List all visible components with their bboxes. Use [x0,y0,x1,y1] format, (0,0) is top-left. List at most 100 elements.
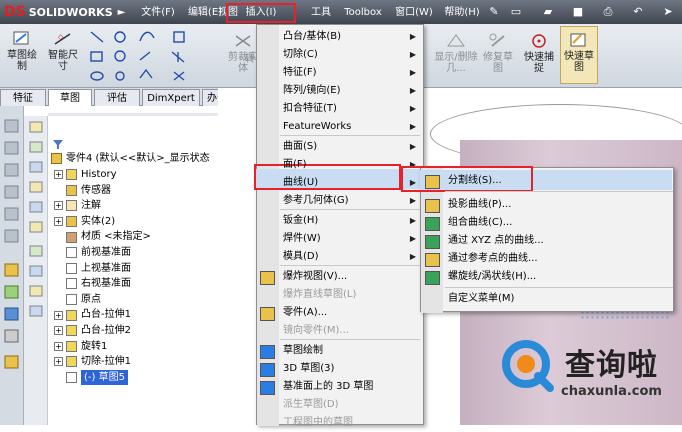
tree-items: + History 传感器 + 注解 + 实体(2) 材质 <未指定> 前视基准面 上视基准面 右视… [54,167,216,386]
chaxunla-logo-icon [500,338,556,394]
tree-item[interactable]: + 凸台-拉伸1 [54,307,216,323]
insert-menu-item[interactable]: 面(F) ▶ [256,156,424,174]
rapid-sketch-label: 快速草图 [564,51,594,73]
print-icon[interactable]: ⎙ [600,4,616,20]
pin-icon[interactable]: ✎ [486,4,502,20]
tree-item[interactable]: + History [54,167,216,183]
tree-item[interactable]: + 切除-拉伸1 [54,354,216,370]
tree-item[interactable]: 右视基准面 [54,276,216,292]
watermark-url: chaxunla.com [561,384,662,399]
expand-toggle-icon[interactable]: + [54,217,63,227]
expand-toggle-icon[interactable] [54,248,63,257]
sketch-button[interactable]: 草图绘制 [4,30,40,72]
tree-root-part[interactable]: 零件4 (默认<<默认>_显示状态 [51,151,210,167]
tab-features[interactable]: 特征 [0,89,46,106]
insert-menu-item[interactable]: 镜向零件(M)... [256,322,424,340]
tree-item[interactable]: + 注解 [54,198,216,214]
rectangle-tool-icon [90,51,103,62]
spline-tool-icon [139,31,155,42]
tree-item[interactable]: 传感器 [54,183,216,199]
expand-toggle-icon[interactable] [54,295,63,304]
expand-toggle-icon[interactable] [54,279,63,288]
smart-dimension-label: 智能尺寸 [48,50,78,72]
tree-item-icon [66,278,77,290]
insert-menu-item[interactable]: 曲面(S) ▶ [256,138,424,156]
trim-entities-button[interactable]: 剪裁实体 [228,32,258,74]
curve-menu-item[interactable]: 通过 XYZ 点的曲线... [421,232,673,250]
rapid-sketch-button[interactable]: 快速草图 [560,26,598,84]
smart-dimension-button[interactable]: ◇ 智能尺寸 [44,30,82,72]
insert-menu-item[interactable]: 爆炸视图(V)... [256,268,424,286]
tree-item[interactable]: 前视基准面 [54,245,216,261]
expand-toggle-icon[interactable]: + [54,201,63,211]
menu-help[interactable]: 帮助(H) [440,4,484,21]
curve-menu-item[interactable]: 投影曲线(P)... [421,196,673,214]
menu-window[interactable]: 窗口(W) [392,4,436,21]
tree-item[interactable]: + 实体(2) [54,214,216,230]
menu-toolbox[interactable]: Toolbox [340,4,386,21]
insert-menu-item[interactable]: 凸台/基体(B) ▶ [256,28,424,46]
curve-menu-item[interactable]: 组合曲线(C)... [421,214,673,232]
expand-toggle-icon[interactable]: + [54,310,63,320]
quick-snap-button[interactable]: 快速捕捉 [522,32,556,74]
tab-evaluate[interactable]: 评估 [94,89,140,106]
submenu-arrow-icon: ▶ [409,32,416,41]
insert-menu-item[interactable]: 零件(A)... [256,304,424,322]
tree-item[interactable]: + 旋转1 [54,339,216,355]
play-arrow-icon[interactable]: ► [118,7,126,18]
insert-menu-item[interactable]: 基准面上的 3D 草图 [256,378,424,396]
tree-item-label: (-) 草图5 [81,369,128,386]
tab-dimxpert[interactable]: DimXpert [142,89,200,106]
insert-menu-item[interactable]: FeatureWorks ▶ [256,118,424,136]
insert-menu-item[interactable]: 参考几何体(G) ▶ [256,192,424,210]
tree-item[interactable]: 材质 <未指定> [54,229,216,245]
expand-toggle-icon[interactable]: + [54,170,63,180]
menu-insert[interactable]: 插入(I) [226,3,296,23]
cursor-icon[interactable]: ➤ [660,4,676,20]
tree-item[interactable]: + 凸台-拉伸2 [54,323,216,339]
insert-menu-item[interactable]: 钣金(H) ▶ [256,212,424,230]
new-document-icon[interactable]: ▭ [508,4,524,20]
curve-menu-item-label: 通过参考点的曲线... [448,253,538,264]
menu-tools[interactable]: 工具 [304,4,338,21]
tree-item[interactable]: 上视基准面 [54,261,216,277]
tab-sketch[interactable]: 草图 [48,89,92,106]
expand-toggle-icon[interactable] [54,186,63,195]
curve-menu-item[interactable]: 分割线(S)... [421,172,673,190]
insert-menu-item[interactable]: 阵列/镜向(E) ▶ [256,82,424,100]
view-tool-icon [4,207,19,221]
show-hide-relations-button[interactable]: 显示/删除几... [432,32,480,74]
expand-toggle-icon[interactable]: + [54,357,63,367]
insert-menu-item[interactable]: 派生草图(D) [256,396,424,414]
insert-menu-item[interactable]: 爆炸直线草图(L) [256,286,424,304]
expand-toggle-icon[interactable] [54,373,63,382]
insert-menu-item[interactable]: 工程图中的草图 [256,414,424,432]
curve-menu-item[interactable]: 通过参考点的曲线... [421,250,673,268]
insert-menu-item[interactable]: 焊件(W) ▶ [256,230,424,248]
insert-menu-item[interactable]: 切除(C) ▶ [256,46,424,64]
trim-entities-icon [235,35,251,47]
insert-menu-item[interactable]: 3D 草图(3) [256,360,424,378]
open-folder-icon[interactable]: ▰ [540,4,556,20]
solidworks-logo[interactable]: DS SOLIDWORKS ► [4,3,125,21]
expand-toggle-icon[interactable]: + [54,341,63,351]
repair-sketch-button[interactable]: 修复草图 [482,32,514,74]
insert-menu-item[interactable]: 模具(D) ▶ [256,248,424,266]
curve-menu-item[interactable]: 自定义菜单(M) [421,290,673,308]
expand-toggle-icon[interactable] [54,233,63,242]
undo-icon[interactable]: ↶ [630,4,646,20]
expand-toggle-icon[interactable] [54,264,63,273]
menu-separator [445,191,673,192]
curve-menu-item[interactable]: 螺旋线/涡状线(H)... [421,268,673,286]
tree-item[interactable]: (-) 草图5 [54,369,216,386]
filter-icon[interactable] [52,139,66,150]
insert-menu-item[interactable]: 曲线(U) ▶ [256,174,424,192]
insert-menu-item[interactable]: 草图绘制 [256,342,424,360]
expand-toggle-icon[interactable]: + [54,326,63,336]
insert-menu-item[interactable]: 特征(F) ▶ [256,64,424,82]
menu-file[interactable]: 文件(F) [134,4,182,21]
insert-menu-item[interactable]: 扣合特征(T) ▶ [256,100,424,118]
save-icon[interactable]: ■ [570,4,586,20]
rapid-sketch-icon [570,33,586,47]
tree-item[interactable]: 原点 [54,292,216,308]
